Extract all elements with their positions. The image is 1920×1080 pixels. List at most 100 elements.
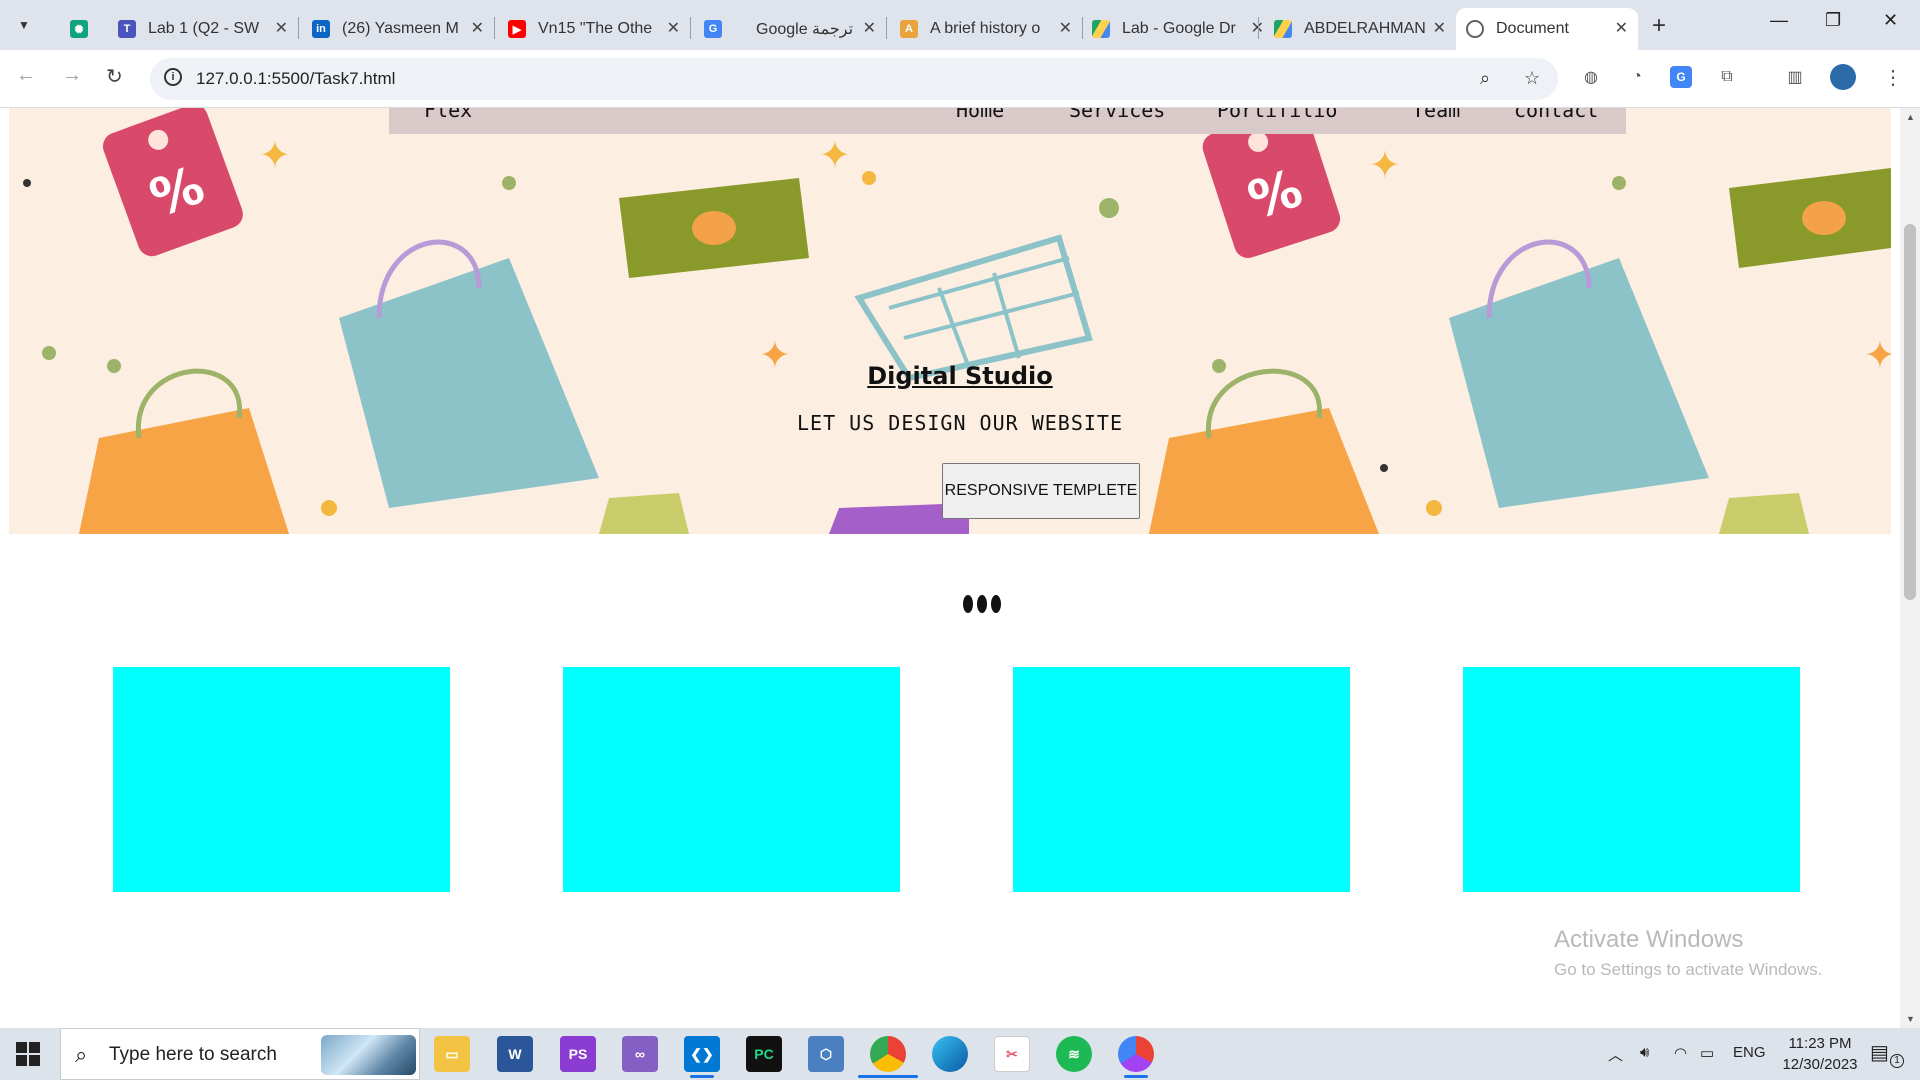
nav-home[interactable]: Home [956, 108, 1004, 122]
tab-brief-history[interactable]: A A brief history o ✕ [890, 8, 1082, 50]
tab-label: A brief history o [930, 20, 1041, 37]
close-tab-icon[interactable]: ✕ [1433, 18, 1446, 38]
menu-kebab-icon[interactable]: ⋮ [1882, 66, 1904, 89]
page-scrollbar[interactable]: ▲ ▼ [1900, 108, 1920, 1028]
edge-icon[interactable] [932, 1036, 968, 1072]
hero-section: % % ✦ ✦ ✦ ✦ ✦ Flex Home Services Portifi… [9, 108, 1891, 534]
activate-windows-subtitle: Go to Settings to activate Windows. [1554, 960, 1823, 979]
search-placeholder[interactable]: Type here to search [109, 1044, 277, 1066]
globe-icon [1466, 20, 1484, 38]
article-icon: A [900, 20, 918, 38]
site-info-icon[interactable]: i [164, 68, 182, 86]
virtualbox-icon[interactable]: ⬡ [808, 1036, 844, 1072]
page-viewport: % % ✦ ✦ ✦ ✦ ✦ Flex Home Services Portifi… [0, 108, 1900, 1028]
windows-taskbar: ⌕ Type here to search ▭ W PS ∞ ❮❯ PC ⬡ ✂… [0, 1028, 1920, 1080]
snipping-tool-icon[interactable]: ✂ [994, 1036, 1030, 1072]
tab-lab-drive[interactable]: Lab - Google Dr ✕ [1082, 8, 1274, 50]
back-button[interactable]: ← [16, 64, 36, 87]
vscode-icon[interactable]: ❮❯ [684, 1036, 720, 1072]
tab-divider [298, 17, 299, 39]
volume-icon[interactable]: 🔊︎ [1640, 1044, 1649, 1061]
content-card [1013, 667, 1350, 892]
chatgpt-pinned-tab[interactable]: ✺ [60, 8, 110, 50]
visual-studio-icon[interactable]: ∞ [622, 1036, 658, 1072]
url-text[interactable]: 127.0.0.1:5500/Task7.html [196, 69, 395, 89]
phpstorm-icon[interactable]: PS [560, 1036, 596, 1072]
tab-strip: ▼ ✺ T Lab 1 (Q2 - SW ✕ in (26) Yasmeen M… [0, 0, 1920, 50]
activate-windows-title: Activate Windows [1554, 926, 1744, 953]
clock-time: 11:23 PM [1788, 1035, 1852, 1052]
globe-extension-icon[interactable]: ◍ [1580, 66, 1602, 88]
zoom-icon[interactable]: ⌕ [1480, 68, 1490, 89]
language-indicator[interactable]: ENG [1733, 1044, 1766, 1061]
running-indicator [690, 1075, 714, 1078]
close-tab-icon[interactable]: ✕ [667, 18, 680, 38]
scroll-thumb[interactable] [1904, 224, 1916, 600]
svg-text:✦: ✦ [819, 135, 851, 177]
scroll-down-arrow-icon[interactable]: ▼ [1906, 1014, 1915, 1024]
forward-button[interactable]: → [62, 64, 82, 87]
new-tab-button[interactable]: + [1652, 12, 1666, 40]
chrome-icon[interactable] [870, 1036, 906, 1072]
extensions-puzzle-icon[interactable]: ⧉ [1716, 66, 1738, 88]
hero-title: Digital Studio [867, 362, 1053, 390]
site-brand[interactable]: Flex [424, 108, 472, 122]
tab-label: Vn15 "The Othe [538, 20, 653, 37]
hero-tagline: LET US DESIGN OUR WEBSITE [796, 411, 1124, 435]
word-icon[interactable]: W [497, 1036, 533, 1072]
spotify-icon[interactable]: ≋ [1056, 1036, 1092, 1072]
reload-button[interactable]: ↻ [106, 64, 123, 89]
tab-abdelrahman-drive[interactable]: ABDELRAHMAN ✕ [1264, 8, 1456, 50]
dot [977, 595, 987, 613]
close-tab-icon[interactable]: ✕ [1059, 18, 1072, 38]
show-hidden-icons-chevron-icon[interactable]: ︿ [1608, 1044, 1623, 1065]
tab-google-translate[interactable]: G Google ترجمة ✕ [694, 8, 886, 50]
side-panel-icon[interactable]: ▥ [1784, 66, 1806, 88]
tab-teams[interactable]: T Lab 1 (Q2 - SW ✕ [108, 8, 298, 50]
address-bar[interactable]: i 127.0.0.1:5500/Task7.html ⌕ ☆ [150, 58, 1558, 100]
chrome-canary-icon[interactable] [1118, 1036, 1154, 1072]
tab-linkedin[interactable]: in (26) Yasmeen M ✕ [302, 8, 494, 50]
dot [991, 595, 1001, 613]
svg-text:✦: ✦ [259, 135, 291, 177]
content-card [563, 667, 900, 892]
nav-portfolio[interactable]: Portifilio [1217, 108, 1337, 122]
bookmark-star-icon[interactable]: ☆ [1524, 68, 1540, 89]
search-highlight-image[interactable] [321, 1035, 416, 1075]
content-card [113, 667, 450, 892]
google-drive-icon [1092, 20, 1110, 38]
battery-icon[interactable]: ▭ [1700, 1044, 1714, 1062]
speed-extension-icon[interactable]: ◔ [1626, 66, 1648, 88]
responsive-template-button[interactable]: RESPONSIVE TEMPLETE [942, 463, 1140, 519]
translate-extension-icon[interactable]: G [1670, 66, 1692, 88]
taskbar-search-box[interactable]: ⌕ Type here to search [60, 1028, 420, 1080]
system-clock[interactable]: 11:23 PM 12/30/2023 [1780, 1033, 1860, 1075]
wifi-icon[interactable]: ◠ [1674, 1044, 1687, 1062]
search-icon: ⌕ [75, 1042, 88, 1067]
nav-services[interactable]: Services [1069, 108, 1165, 122]
tab-divider [886, 17, 887, 39]
tab-divider [690, 17, 691, 39]
file-explorer-icon[interactable]: ▭ [434, 1036, 470, 1072]
windows-start-button[interactable] [16, 1042, 40, 1066]
close-tab-icon[interactable]: ✕ [863, 18, 876, 38]
google-drive-icon [1274, 20, 1292, 38]
tab-document[interactable]: Document ✕ [1456, 8, 1638, 50]
tab-search-button[interactable]: ▼ [10, 11, 38, 39]
close-tab-icon[interactable]: ✕ [275, 18, 288, 38]
nav-team[interactable]: Team [1412, 108, 1460, 122]
pycharm-icon[interactable]: PC [746, 1036, 782, 1072]
minimize-button[interactable]: — [1770, 10, 1788, 31]
nav-contact[interactable]: contact [1514, 108, 1598, 122]
profile-avatar[interactable] [1830, 64, 1856, 90]
close-tab-icon[interactable]: ✕ [1615, 18, 1628, 38]
restore-button[interactable]: ❐ [1825, 10, 1841, 31]
tab-youtube[interactable]: ▶ Vn15 "The Othe ✕ [498, 8, 690, 50]
tab-divider [1258, 17, 1259, 39]
active-app-indicator [858, 1075, 918, 1078]
scroll-up-arrow-icon[interactable]: ▲ [1906, 112, 1915, 122]
close-tab-icon[interactable]: ✕ [471, 18, 484, 38]
tab-divider [494, 17, 495, 39]
close-window-button[interactable]: ✕ [1883, 10, 1898, 31]
notification-center-icon[interactable]: ▤ [1870, 1040, 1889, 1065]
